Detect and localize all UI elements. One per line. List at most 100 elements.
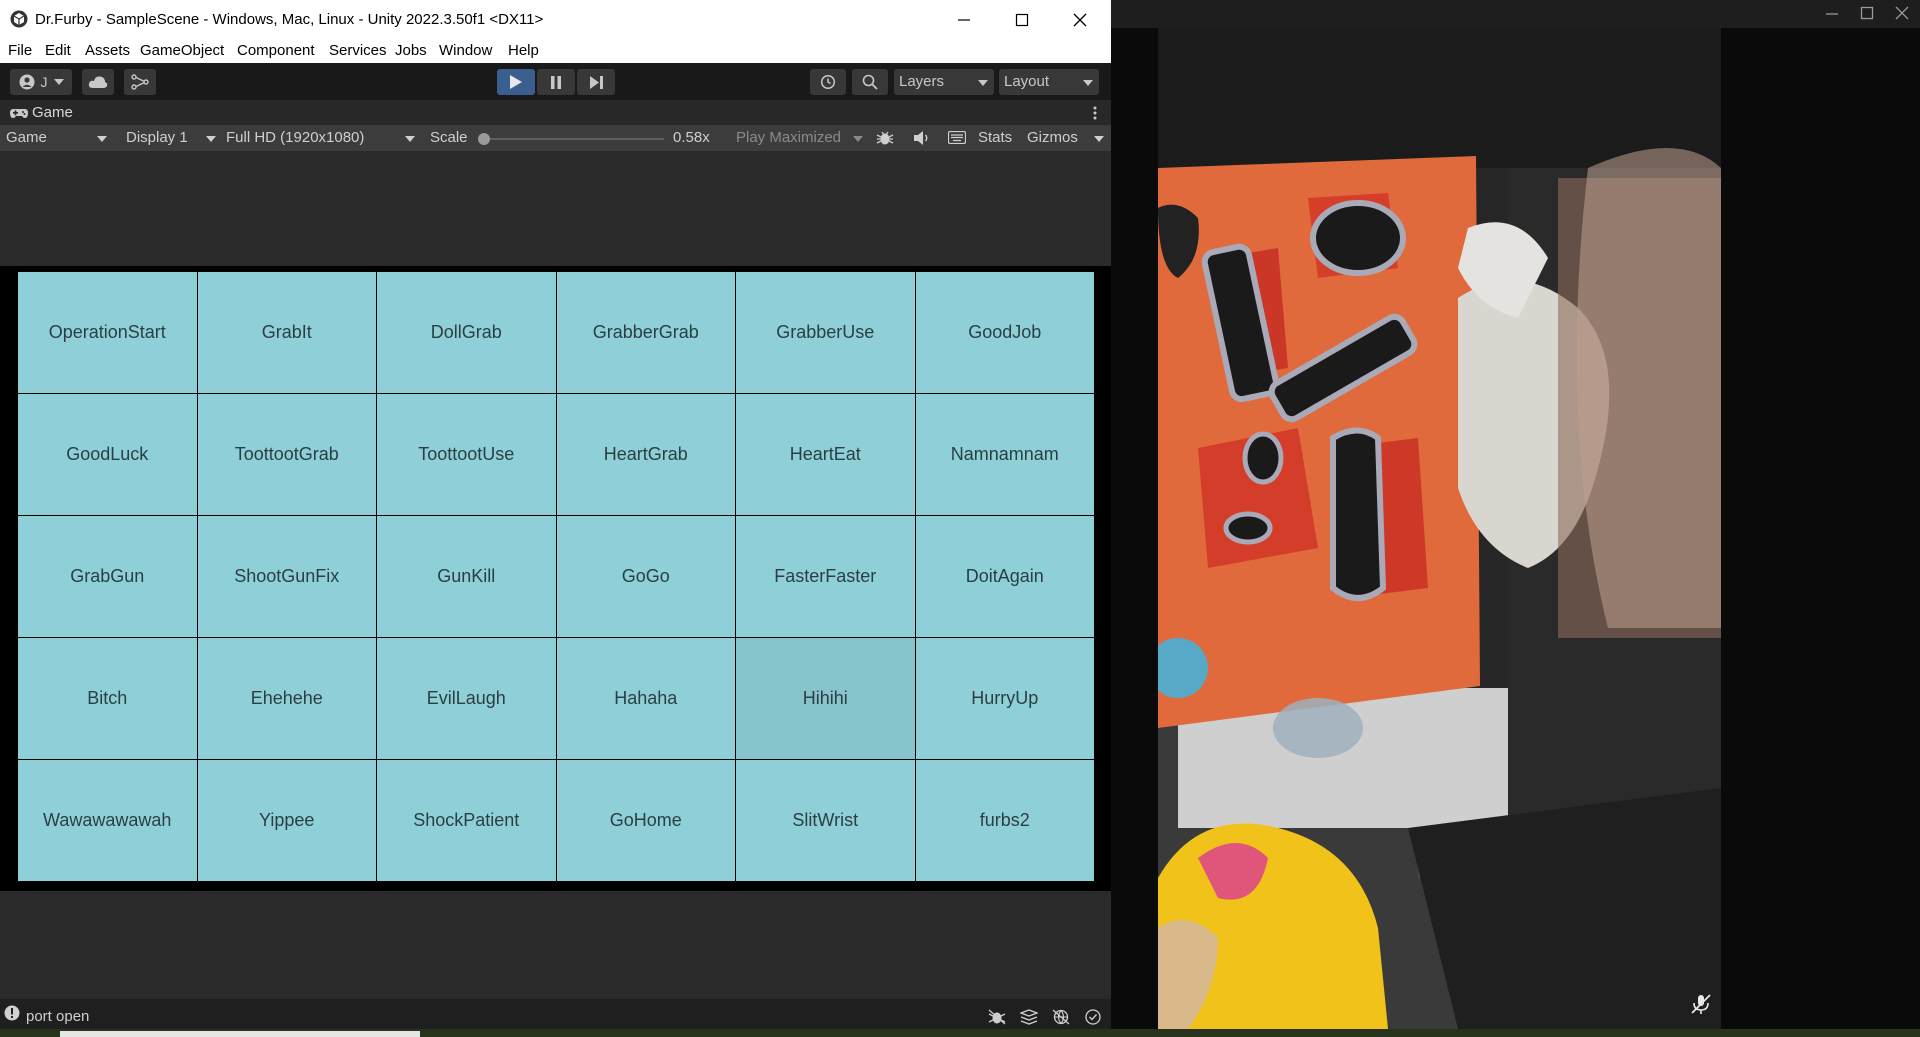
history-icon (820, 74, 836, 90)
btn-goodjob[interactable]: GoodJob (915, 272, 1094, 393)
layout-dropdown[interactable]: Layout (999, 69, 1099, 95)
btn-grabgun[interactable]: GrabGun (18, 516, 197, 637)
maximize-icon[interactable] (1860, 6, 1874, 20)
btn-evillaugh[interactable]: EvilLaugh (377, 638, 556, 759)
btn-shockpatient[interactable]: ShockPatient (377, 760, 556, 881)
btn-fasterfaster[interactable]: FasterFaster (736, 516, 915, 637)
btn-operationstart[interactable]: OperationStart (18, 272, 197, 393)
btn-doitagain[interactable]: DoitAgain (915, 516, 1094, 637)
minimize-icon (958, 18, 970, 21)
collab-button[interactable] (124, 69, 156, 95)
scale-value: 0.58x (673, 129, 710, 146)
chevron-down-icon (978, 80, 988, 86)
camera-scene-image (1158, 28, 1721, 1029)
gizmos-button[interactable]: Gizmos (1027, 129, 1078, 146)
btn-toottootuse[interactable]: ToottootUse (377, 394, 556, 515)
menu-edit[interactable]: Edit (45, 42, 71, 59)
stats-button[interactable]: Stats (978, 129, 1012, 146)
status-message: port open (26, 1008, 90, 1025)
btn-slitwrist[interactable]: SlitWrist (736, 760, 915, 881)
pause-icon (551, 75, 561, 89)
sound-button-grid: OperationStart GrabIt DollGrab GrabberGr… (18, 272, 1094, 881)
resolution-dropdown[interactable]: Full HD (1920x1080) (226, 129, 364, 146)
network-icon[interactable] (1052, 1009, 1070, 1025)
btn-yippee[interactable]: Yippee (197, 760, 376, 881)
chevron-down-icon (405, 136, 415, 142)
debug-bug-icon[interactable] (988, 1009, 1006, 1025)
btn-grabbergrab[interactable]: GrabberGrab (556, 272, 735, 393)
account-icon (19, 74, 34, 90)
account-dropdown[interactable]: J (10, 69, 72, 95)
menu-services[interactable]: Services (329, 42, 387, 59)
minimize-icon[interactable] (1825, 7, 1839, 21)
btn-wawawawawah[interactable]: Wawawawawah (18, 760, 197, 881)
play-mode-dropdown[interactable]: Play Maximized (736, 129, 841, 146)
chevron-down-icon (97, 136, 107, 142)
bug-icon[interactable] (876, 130, 894, 146)
btn-hurryup[interactable]: HurryUp (915, 638, 1094, 759)
btn-namnamnam[interactable]: Namnamnam (915, 394, 1094, 515)
btn-gunkill[interactable]: GunKill (377, 516, 556, 637)
btn-grabberuse[interactable]: GrabberUse (736, 272, 915, 393)
btn-hahaha[interactable]: Hahaha (556, 638, 735, 759)
version-control-icon (131, 74, 149, 90)
window-title: Dr.Furby - SampleScene - Windows, Mac, L… (35, 11, 544, 28)
menu-gameobject[interactable]: GameObject (140, 42, 224, 59)
menu-window[interactable]: Window (439, 42, 492, 59)
cloud-button[interactable] (82, 69, 114, 95)
btn-toottootgrab[interactable]: ToottootGrab (197, 394, 376, 515)
unity-logo-icon (10, 10, 28, 28)
layers-dropdown[interactable]: Layers (894, 69, 994, 95)
chevron-down-icon[interactable] (1094, 136, 1104, 142)
tab-game[interactable]: Game (10, 104, 73, 121)
menu-jobs[interactable]: Jobs (395, 42, 427, 59)
btn-grabit[interactable]: GrabIt (197, 272, 376, 393)
step-button[interactable] (577, 69, 615, 95)
camera-video-feed (1158, 28, 1721, 1029)
btn-heartgrab[interactable]: HeartGrab (556, 394, 735, 515)
info-icon (4, 1005, 20, 1021)
tab-game-label: Game (32, 104, 73, 121)
cloud-icon (88, 76, 108, 88)
btn-dollgrab[interactable]: DollGrab (377, 272, 556, 393)
menu-component[interactable]: Component (237, 42, 315, 59)
minimize-button[interactable] (935, 0, 993, 39)
taskbar-strip (0, 1029, 1920, 1037)
btn-hearteat[interactable]: HeartEat (736, 394, 915, 515)
menu-help[interactable]: Help (508, 42, 539, 59)
btn-gohome[interactable]: GoHome (556, 760, 735, 881)
maximize-button[interactable] (993, 0, 1051, 39)
history-button[interactable] (810, 69, 846, 95)
btn-goodluck[interactable]: GoodLuck (18, 394, 197, 515)
view-mode-dropdown[interactable]: Game (6, 129, 47, 146)
btn-ehehehe[interactable]: Ehehehe (197, 638, 376, 759)
maximize-icon (1015, 13, 1029, 26)
close-icon[interactable] (1895, 6, 1909, 20)
audio-icon[interactable] (913, 130, 931, 146)
scale-slider-handle[interactable] (478, 133, 490, 145)
more-options-icon[interactable] (1093, 106, 1097, 120)
search-icon (862, 74, 878, 90)
btn-furbs2[interactable]: furbs2 (915, 760, 1094, 881)
scale-slider-track[interactable] (484, 138, 664, 140)
gamepad-icon (10, 108, 28, 118)
menu-file[interactable]: File (8, 42, 32, 59)
mic-off-icon[interactable] (1690, 993, 1712, 1015)
chevron-down-icon (206, 136, 216, 142)
video-title-bar (1111, 0, 1920, 28)
pause-button[interactable] (537, 69, 575, 95)
btn-gogo[interactable]: GoGo (556, 516, 735, 637)
btn-shootgunfix[interactable]: ShootGunFix (197, 516, 376, 637)
layers-label: Layers (899, 73, 945, 90)
layout-label: Layout (1004, 73, 1050, 90)
display-dropdown[interactable]: Display 1 (126, 129, 188, 146)
check-circle-icon[interactable] (1085, 1009, 1101, 1025)
search-button[interactable] (852, 69, 888, 95)
cache-server-icon[interactable] (1020, 1009, 1038, 1025)
menu-assets[interactable]: Assets (85, 42, 130, 59)
play-button[interactable] (497, 69, 535, 95)
close-button[interactable] (1051, 0, 1109, 39)
btn-bitch[interactable]: Bitch (18, 638, 197, 759)
btn-hihihi[interactable]: Hihihi (736, 638, 915, 759)
keyboard-icon[interactable] (948, 131, 966, 144)
